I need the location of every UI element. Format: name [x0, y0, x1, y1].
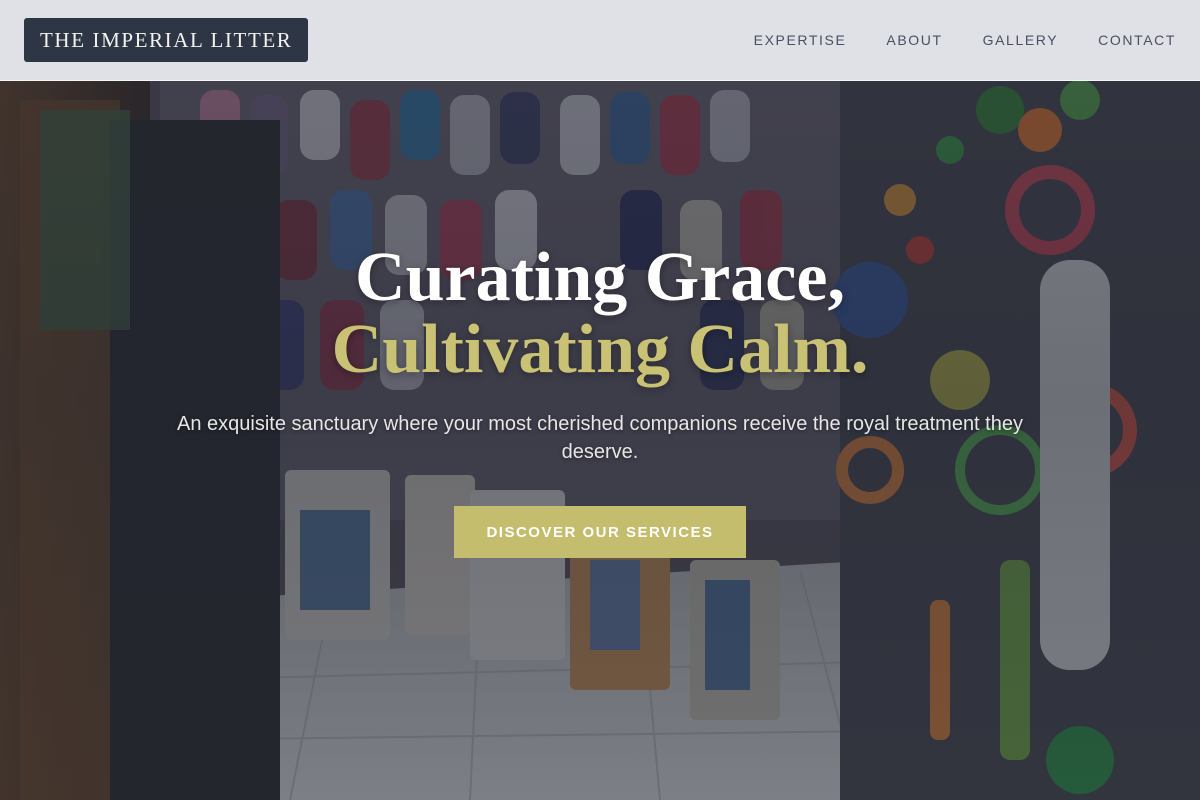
nav-link-contact[interactable]: CONTACT	[1098, 32, 1176, 48]
site-header: THE IMPERIAL LITTER EXPERTISE ABOUT GALL…	[0, 0, 1200, 81]
main-nav: EXPERTISE ABOUT GALLERY CONTACT	[754, 32, 1176, 48]
nav-link-gallery[interactable]: GALLERY	[983, 32, 1059, 48]
brand-logo[interactable]: THE IMPERIAL LITTER	[24, 18, 309, 62]
nav-link-about[interactable]: ABOUT	[886, 32, 942, 48]
nav-link-expertise[interactable]: EXPERTISE	[754, 32, 847, 48]
discover-services-button[interactable]: DISCOVER OUR SERVICES	[454, 506, 746, 558]
hero-subtitle: An exquisite sanctuary where your most c…	[177, 413, 1023, 463]
hero-content: Curating Grace, Cultivating Calm. An exq…	[0, 0, 1200, 800]
brand-name: THE IMPERIAL LITTER	[40, 27, 293, 52]
hero-headline-line1: Curating Grace,	[355, 239, 845, 316]
hero-headline-line2: Cultivating Calm.	[331, 311, 869, 388]
